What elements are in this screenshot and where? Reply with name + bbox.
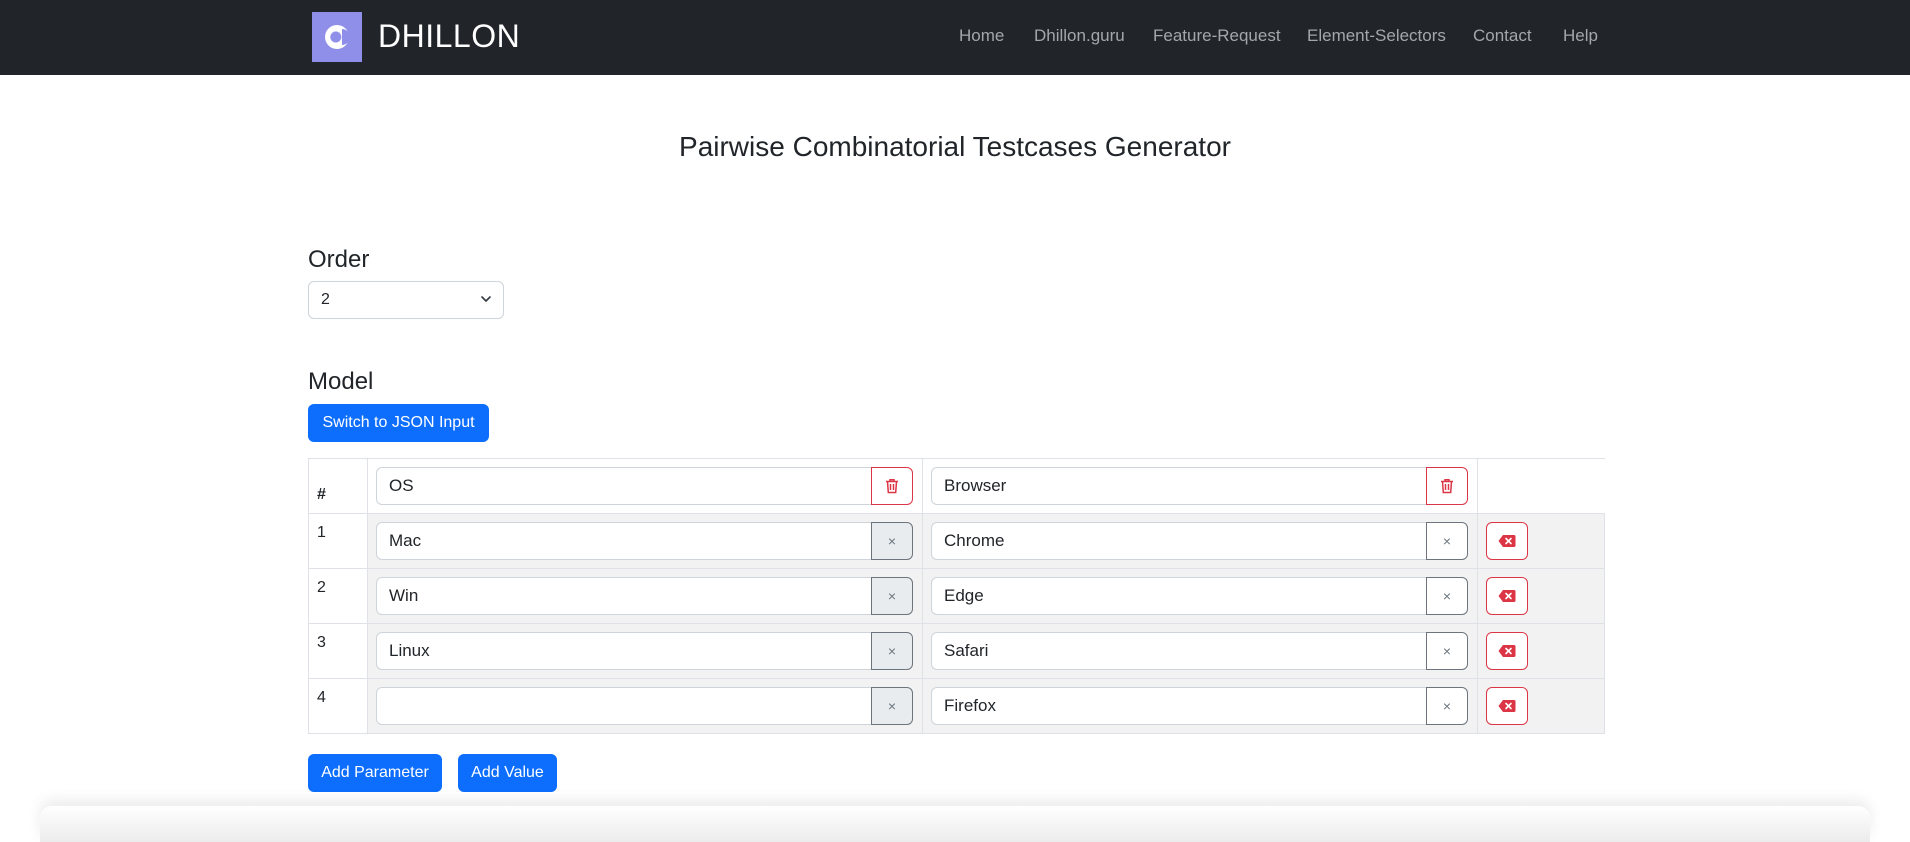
row-number: 4: [317, 689, 326, 706]
delete-row-button[interactable]: [1486, 522, 1528, 560]
delete-row-button[interactable]: [1486, 632, 1528, 670]
backspace-icon: [1498, 590, 1516, 602]
row-action-cell: [1477, 679, 1605, 734]
value-cell: ×: [367, 624, 922, 679]
close-icon: ×: [887, 698, 897, 714]
value-input[interactable]: [931, 632, 1426, 670]
clear-value-button[interactable]: ×: [1426, 522, 1468, 560]
param-input-group: [931, 467, 1468, 505]
nav-link-dhillon-guru[interactable]: Dhillon.guru: [1034, 26, 1125, 46]
value-input-group: ×: [931, 687, 1468, 725]
add-value-button[interactable]: Add Value: [458, 754, 557, 792]
clear-value-button[interactable]: ×: [871, 687, 913, 725]
backspace-icon: [1498, 535, 1516, 547]
row-number: 2: [317, 579, 326, 596]
header-action-cell: [1477, 459, 1605, 514]
close-icon: ×: [887, 643, 897, 659]
value-input-group: ×: [931, 522, 1468, 560]
brand-name[interactable]: DHILLON: [378, 18, 520, 55]
next-section-card-edge: [40, 806, 1870, 842]
nav-link-help[interactable]: Help: [1563, 26, 1598, 46]
param-name-input[interactable]: [931, 467, 1426, 505]
row-num-cell: 4: [308, 679, 367, 734]
order-select[interactable]: 2: [308, 281, 504, 319]
clear-value-button[interactable]: ×: [1426, 577, 1468, 615]
delete-row-button[interactable]: [1486, 687, 1528, 725]
switch-to-json-button[interactable]: Switch to JSON Input: [308, 404, 489, 442]
value-input[interactable]: [931, 687, 1426, 725]
model-label: Model: [308, 368, 374, 395]
value-cell: ×: [367, 514, 922, 569]
trash-icon: [1441, 479, 1453, 494]
row-action-cell: [1477, 569, 1605, 624]
value-input-group: ×: [931, 577, 1468, 615]
nav-link-contact[interactable]: Contact: [1473, 26, 1532, 46]
close-icon: ×: [1442, 643, 1452, 659]
clear-value-button[interactable]: ×: [871, 577, 913, 615]
brand-logo-icon[interactable]: [312, 12, 362, 62]
value-input-group: ×: [376, 522, 913, 560]
model-table: # 1 ×: [308, 458, 1605, 734]
nav-link-home[interactable]: Home: [959, 26, 1004, 46]
value-input[interactable]: [376, 522, 871, 560]
close-icon: ×: [1442, 588, 1452, 604]
row-number: 3: [317, 634, 326, 651]
value-cell: ×: [922, 569, 1477, 624]
delete-parameter-button[interactable]: [1426, 467, 1468, 505]
backspace-icon: [1498, 700, 1516, 712]
param-cell-os: [367, 459, 922, 514]
clear-value-button[interactable]: ×: [871, 522, 913, 560]
order-select-value: 2: [321, 291, 330, 308]
row-num-cell: 3: [308, 624, 367, 679]
value-input[interactable]: [376, 687, 871, 725]
row-num-cell: 1: [308, 514, 367, 569]
close-icon: ×: [887, 588, 897, 604]
param-input-group: [376, 467, 913, 505]
header-hash: #: [317, 486, 326, 503]
value-input-group: ×: [931, 632, 1468, 670]
close-icon: ×: [887, 533, 897, 549]
row-number: 1: [317, 524, 326, 541]
order-label: Order: [308, 246, 370, 273]
value-input[interactable]: [376, 632, 871, 670]
add-parameter-button[interactable]: Add Parameter: [308, 754, 442, 792]
clear-value-button[interactable]: ×: [871, 632, 913, 670]
row-action-cell: [1477, 624, 1605, 679]
navbar: DHILLON Home Dhillon.guru Feature-Reques…: [0, 0, 1910, 75]
close-icon: ×: [1442, 533, 1452, 549]
param-name-input[interactable]: [376, 467, 871, 505]
value-cell: ×: [367, 679, 922, 734]
value-cell: ×: [367, 569, 922, 624]
nav-link-element-selectors[interactable]: Element-Selectors: [1307, 26, 1446, 46]
value-input-group: ×: [376, 577, 913, 615]
value-cell: ×: [922, 514, 1477, 569]
value-input[interactable]: [376, 577, 871, 615]
row-action-cell: [1477, 514, 1605, 569]
header-num-cell: #: [308, 459, 367, 514]
value-input[interactable]: [931, 522, 1426, 560]
page-title: Pairwise Combinatorial Testcases Generat…: [679, 131, 1231, 162]
close-icon: ×: [1442, 698, 1452, 714]
clear-value-button[interactable]: ×: [1426, 632, 1468, 670]
backspace-icon: [1498, 645, 1516, 657]
row-num-cell: 2: [308, 569, 367, 624]
chevron-down-icon: [481, 296, 491, 302]
trash-icon: [886, 479, 898, 494]
delete-parameter-button[interactable]: [871, 467, 913, 505]
param-cell-browser: [922, 459, 1477, 514]
nav-link-feature-request[interactable]: Feature-Request: [1153, 26, 1281, 46]
clear-value-button[interactable]: ×: [1426, 687, 1468, 725]
delete-row-button[interactable]: [1486, 577, 1528, 615]
value-cell: ×: [922, 679, 1477, 734]
value-input-group: ×: [376, 632, 913, 670]
value-cell: ×: [922, 624, 1477, 679]
value-input[interactable]: [931, 577, 1426, 615]
value-input-group: ×: [376, 687, 913, 725]
